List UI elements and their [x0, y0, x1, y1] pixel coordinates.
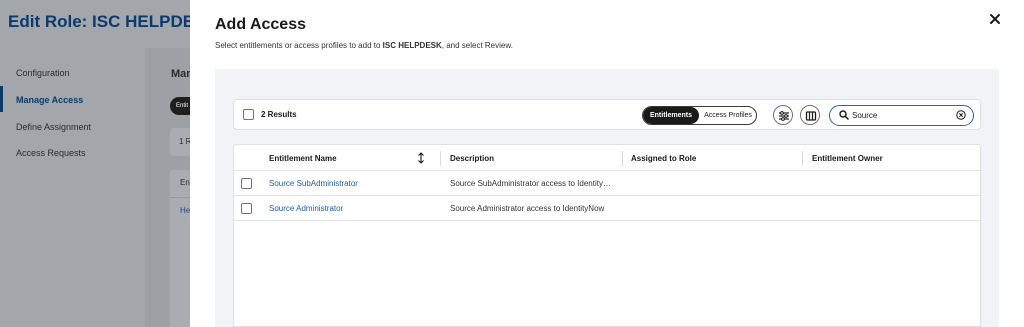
- subtitle-text-end: , and select Review.: [441, 41, 513, 50]
- sidebar-item-configuration[interactable]: Configuration: [16, 68, 70, 78]
- content-panel: 2 Results Entitlements Access Profiles S…: [215, 69, 999, 327]
- sidebar-item-access-requests[interactable]: Access Requests: [16, 148, 86, 158]
- entitlement-description: Source Administrator access to IdentityN…: [450, 204, 605, 213]
- segment-entitlements[interactable]: Entitlements: [643, 107, 699, 124]
- type-toggle: Entitlements Access Profiles: [642, 106, 757, 125]
- columns-icon: [805, 111, 817, 121]
- page-title: Edit Role: ISC HELPDESK: [8, 12, 218, 31]
- search-icon: [839, 110, 849, 120]
- sort-icon[interactable]: [417, 152, 425, 164]
- add-access-modal: Add Access Select entitlements or access…: [190, 0, 1024, 327]
- sidebar-item-define-assignment[interactable]: Define Assignment: [16, 122, 91, 132]
- column-header-entitlement-name[interactable]: Entitlement Name: [269, 154, 337, 163]
- column-header-description[interactable]: Description: [450, 154, 494, 163]
- table-row: Source SubAdministrator Source SubAdmini…: [234, 171, 980, 196]
- column-header-assigned-to-role[interactable]: Assigned to Role: [631, 154, 696, 163]
- search-box: [829, 105, 974, 126]
- filter-button[interactable]: [773, 105, 793, 125]
- table-header: Entitlement Name Description Assigned to…: [234, 145, 980, 171]
- close-button[interactable]: [987, 11, 1003, 27]
- modal-subtitle: Select entitlements or access profiles t…: [215, 41, 513, 50]
- sidebar: Configuration Manage Access Define Assig…: [0, 48, 145, 327]
- column-separator: [622, 151, 623, 166]
- search-input[interactable]: [852, 109, 952, 122]
- entitlement-description: Source SubAdministrator access to Identi…: [450, 179, 614, 188]
- filter-icon: [779, 111, 789, 121]
- close-icon: [990, 14, 1000, 24]
- results-count: 2 Results: [261, 110, 297, 119]
- table-row: Source Administrator Source Administrato…: [234, 196, 980, 221]
- entitlement-name-link[interactable]: Source Administrator: [269, 204, 343, 213]
- segment-access-profiles[interactable]: Access Profiles: [699, 107, 756, 124]
- entitlements-table: Entitlement Name Description Assigned to…: [233, 144, 981, 327]
- row-checkbox[interactable]: [241, 178, 252, 189]
- subtitle-role-name: ISC HELPDESK: [382, 41, 442, 50]
- select-all-checkbox[interactable]: [243, 109, 254, 120]
- row-checkbox[interactable]: [241, 203, 252, 214]
- page-header: Edit Role: ISC HELPDESK: [0, 0, 218, 48]
- columns-button[interactable]: [800, 105, 820, 125]
- subtitle-text-start: Select entitlements or access profiles t…: [215, 41, 383, 50]
- sidebar-active-indicator: [0, 86, 3, 112]
- toolbar: 2 Results Entitlements Access Profiles: [233, 99, 981, 130]
- clear-icon[interactable]: [956, 110, 966, 120]
- column-separator: [440, 151, 441, 166]
- column-separator: [802, 151, 803, 166]
- entitlement-name-link[interactable]: Source SubAdministrator: [269, 179, 358, 188]
- column-header-entitlement-owner[interactable]: Entitlement Owner: [812, 154, 883, 163]
- sidebar-item-manage-access[interactable]: Manage Access: [16, 95, 83, 105]
- modal-title: Add Access: [215, 16, 306, 33]
